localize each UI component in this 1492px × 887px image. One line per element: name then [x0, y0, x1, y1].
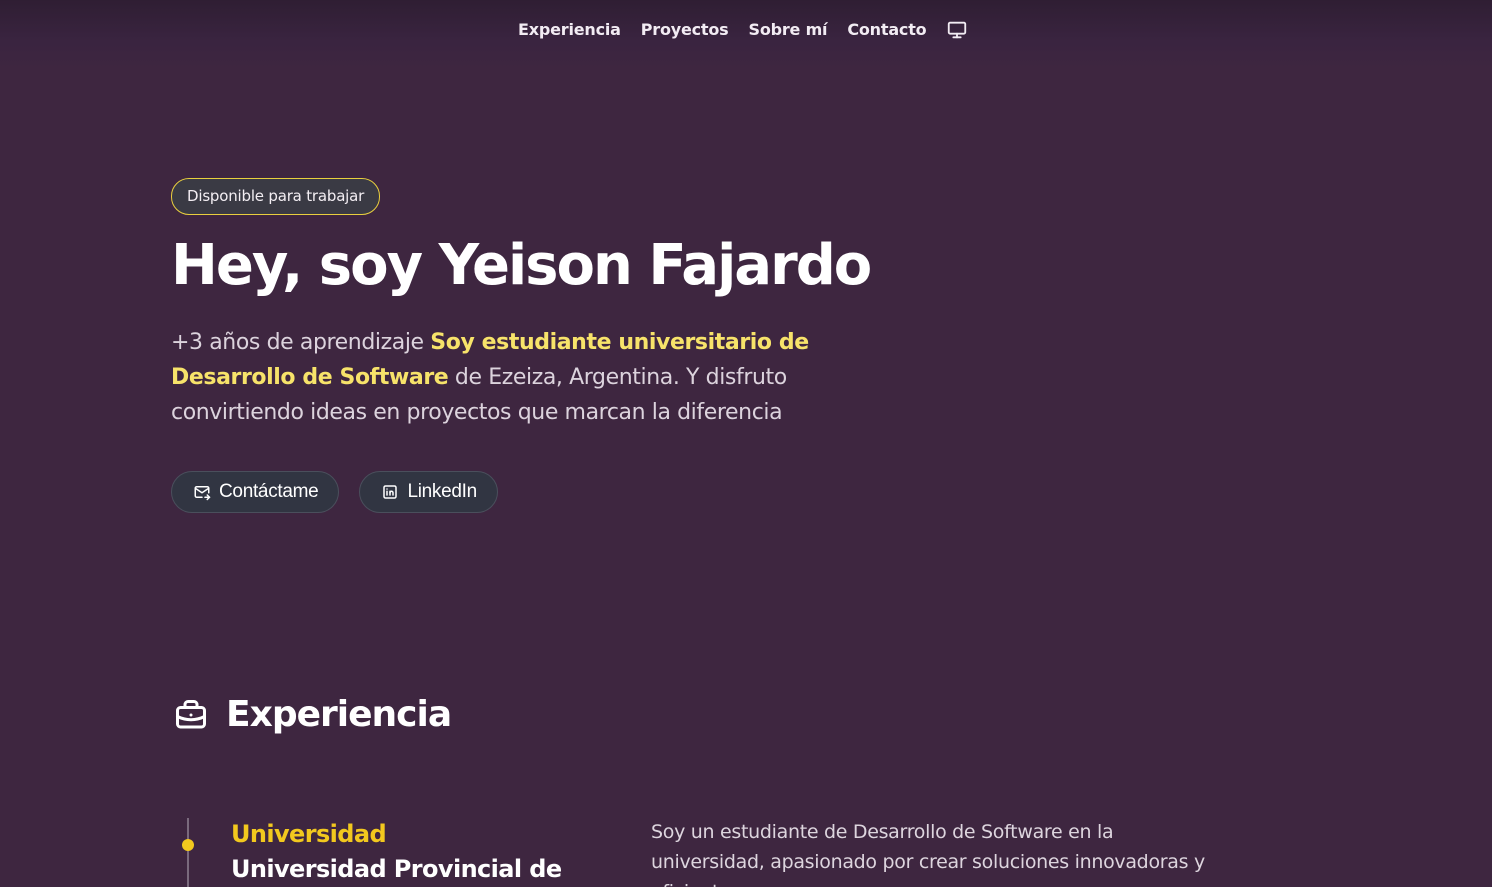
hero-actions: Contáctame LinkedIn	[171, 471, 498, 513]
nav-link-sobre-mi[interactable]: Sobre mí	[749, 19, 828, 41]
experience-heading: Experiencia	[173, 692, 452, 738]
hero-title: Hey, soy Yeison Fajardo	[171, 233, 872, 298]
timeline-line	[187, 818, 189, 887]
mail-icon	[193, 483, 211, 501]
hero-description: +3 años de aprendizaje Soy estudiante un…	[171, 325, 861, 430]
experience-organization: Universidad Provincial de	[231, 855, 562, 883]
nav-link-experiencia[interactable]: Experiencia	[518, 19, 621, 41]
timeline-dot	[182, 839, 194, 851]
linkedin-button[interactable]: LinkedIn	[359, 471, 498, 513]
linkedin-button-label: LinkedIn	[407, 481, 477, 502]
experience-description: Soy un estudiante de Desarrollo de Softw…	[651, 821, 1205, 887]
hero-section: Disponible para trabajar Hey, soy Yeison…	[171, 178, 872, 513]
briefcase-icon	[173, 697, 209, 733]
contact-button[interactable]: Contáctame	[171, 471, 340, 513]
experience-role: Universidad	[231, 820, 387, 848]
nav-link-proyectos[interactable]: Proyectos	[641, 19, 729, 41]
nav-link-contacto[interactable]: Contacto	[847, 19, 926, 41]
monitor-icon[interactable]	[946, 19, 968, 41]
experience-title: Experiencia	[226, 694, 452, 735]
contact-button-label: Contáctame	[219, 481, 319, 502]
main-nav: Experiencia Proyectos Sobre mí Contacto	[518, 19, 968, 41]
linkedin-icon	[381, 483, 399, 501]
availability-badge: Disponible para trabajar	[171, 178, 381, 215]
desc-intro: +3 años de aprendizaje	[171, 330, 431, 355]
